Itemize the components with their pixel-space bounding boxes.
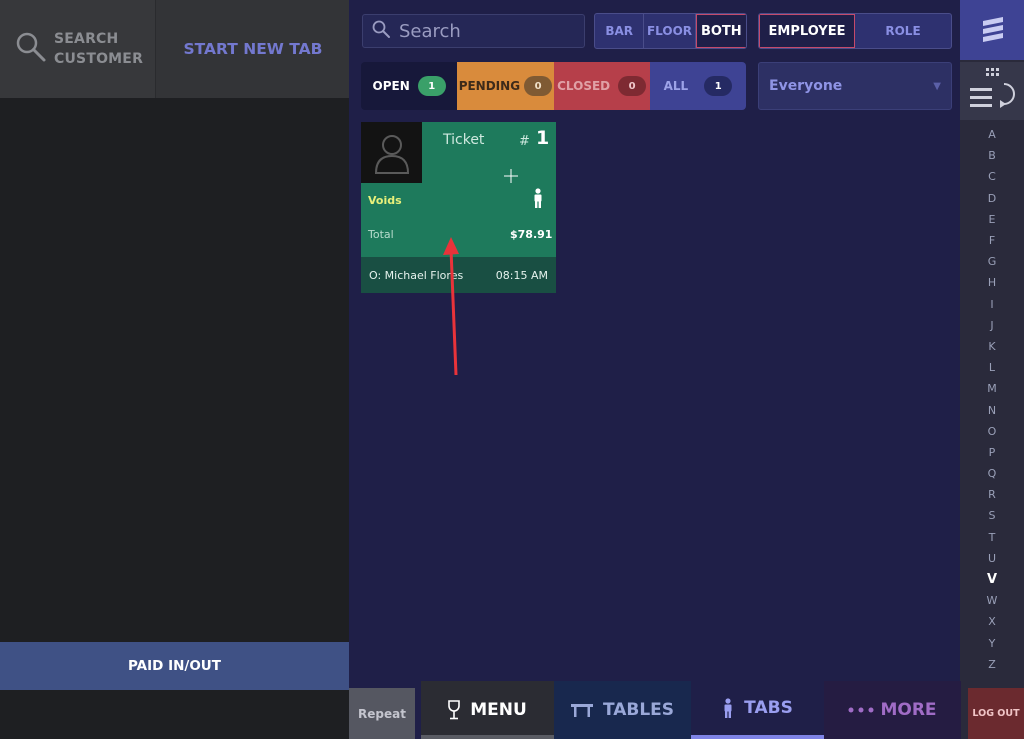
alphabet-letter[interactable]: Q (960, 463, 1024, 484)
alphabet-letter[interactable]: K (960, 336, 1024, 357)
alphabet-letter[interactable]: N (960, 399, 1024, 420)
filter-open-count: 1 (417, 76, 446, 96)
wine-glass-icon (448, 700, 461, 720)
location-both-button[interactable]: BOTH (695, 14, 746, 48)
nav-tables[interactable]: TABLES (554, 681, 691, 739)
alphabet-letter[interactable]: T (960, 527, 1024, 548)
nav-tabs[interactable]: TABS (691, 681, 824, 739)
alphabet-letter[interactable]: S (960, 505, 1024, 526)
alphabet-letter[interactable]: H (960, 272, 1024, 293)
alphabet-index: ABCDEFGHIJKLMNOPQRSTUVWXYZ (960, 124, 1024, 675)
alphabet-letter[interactable]: B (960, 145, 1024, 166)
nav-more-label: MORE (880, 700, 937, 720)
grid-list-toggle-icon (970, 68, 1015, 108)
group-toggle: EMPLOYEE ROLE (758, 13, 952, 49)
location-floor-button[interactable]: FLOOR (644, 14, 696, 48)
search-customer-label: SEARCH CUSTOMER (54, 29, 143, 69)
alphabet-letter[interactable]: V (960, 569, 1024, 590)
location-toggle: BAR FLOOR BOTH (594, 13, 747, 49)
alphabet-letter[interactable]: Z (960, 654, 1024, 675)
alphabet-letter[interactable]: R (960, 484, 1024, 505)
app-logo[interactable] (960, 0, 1024, 60)
filter-closed-count: 0 (618, 76, 647, 96)
alphabet-letter[interactable]: M (960, 378, 1024, 399)
ticket-time: 08:15 AM (495, 268, 548, 282)
alphabet-letter[interactable]: G (960, 251, 1024, 272)
repeat-button[interactable]: Repeat (349, 688, 415, 739)
ticket-label: Ticket (443, 132, 485, 148)
filter-closed[interactable]: CLOSED 0 (553, 62, 650, 110)
ticket-total-value: $78.91 (510, 228, 553, 241)
nav-menu-underline (421, 735, 554, 739)
view-menu-button[interactable] (960, 62, 1024, 120)
filter-all-label: ALL (663, 79, 689, 93)
alphabet-letter[interactable]: O (960, 421, 1024, 442)
ticket-hash: # (519, 134, 530, 149)
alphabet-letter[interactable]: D (960, 188, 1024, 209)
filter-pending-count: 0 (524, 76, 553, 96)
alphabet-letter[interactable]: P (960, 442, 1024, 463)
crosshair-cursor-icon (504, 169, 518, 183)
group-role-button[interactable]: ROLE (855, 14, 951, 48)
search-input[interactable] (397, 19, 577, 43)
alphabet-letter[interactable]: F (960, 230, 1024, 251)
alphabet-letter[interactable]: W (960, 590, 1024, 611)
person-icon (722, 698, 734, 718)
chevron-down-icon: ▼ (933, 80, 941, 92)
search-icon (14, 30, 48, 68)
alphabet-letter[interactable]: Y (960, 633, 1024, 654)
left-panel: SEARCH CUSTOMER START NEW TAB PAID IN/OU… (0, 0, 349, 739)
alphabet-letter[interactable]: J (960, 315, 1024, 336)
ticket-number: 1 (536, 127, 550, 149)
alphabet-letter[interactable]: E (960, 209, 1024, 230)
alphabet-letter[interactable]: X (960, 611, 1024, 632)
search-customer-button[interactable]: SEARCH CUSTOMER (0, 0, 156, 98)
ticket-voids-label: Voids (368, 194, 402, 207)
nav-tables-label: TABLES (602, 700, 675, 720)
ticket-total-label: Total (368, 228, 394, 241)
filter-open[interactable]: OPEN 1 (361, 62, 458, 110)
status-filters: OPEN 1 PENDING 0 CLOSED 0 ALL 1 (361, 62, 746, 110)
search-customer-line2: CUSTOMER (54, 51, 144, 67)
alphabet-letter[interactable]: A (960, 124, 1024, 145)
table-icon (570, 702, 593, 718)
search-customer-line1: SEARCH (54, 31, 119, 47)
filter-all-count: 1 (704, 76, 733, 96)
annotation-arrow-icon (443, 237, 459, 376)
user-icon (374, 134, 409, 174)
nav-menu[interactable]: MENU (421, 681, 554, 739)
filter-open-label: OPEN (372, 79, 410, 93)
nav-tabs-label: TABS (744, 698, 793, 718)
left-panel-header: SEARCH CUSTOMER START NEW TAB (0, 0, 349, 98)
filter-closed-label: CLOSED (557, 79, 611, 93)
alphabet-letter[interactable]: U (960, 548, 1024, 569)
alphabet-letter[interactable]: C (960, 166, 1024, 187)
search-icon (371, 19, 391, 43)
nav-more[interactable]: MORE (824, 681, 961, 739)
filter-pending-label: PENDING (458, 79, 521, 93)
ticket-search[interactable] (362, 14, 585, 48)
employee-dropdown-value: Everyone (769, 78, 843, 94)
location-bar-button[interactable]: BAR (595, 14, 645, 48)
paid-in-out-button[interactable]: PAID IN/OUT (0, 642, 349, 690)
logo-icon (983, 17, 1003, 42)
logout-button[interactable]: LOG OUT (968, 688, 1024, 739)
filter-pending[interactable]: PENDING 0 (457, 62, 554, 110)
group-employee-button[interactable]: EMPLOYEE (759, 14, 856, 48)
start-new-tab-button[interactable]: START NEW TAB (157, 0, 349, 98)
nav-menu-label: MENU (470, 700, 527, 720)
alphabet-letter[interactable]: L (960, 357, 1024, 378)
more-dots-icon (848, 707, 874, 713)
alphabet-letter[interactable]: I (960, 294, 1024, 315)
filter-all[interactable]: ALL 1 (649, 62, 746, 110)
avatar (361, 122, 422, 183)
person-icon (534, 188, 542, 208)
right-sidebar: ABCDEFGHIJKLMNOPQRSTUVWXYZ (960, 0, 1024, 739)
employee-dropdown[interactable]: Everyone ▼ (758, 62, 952, 110)
